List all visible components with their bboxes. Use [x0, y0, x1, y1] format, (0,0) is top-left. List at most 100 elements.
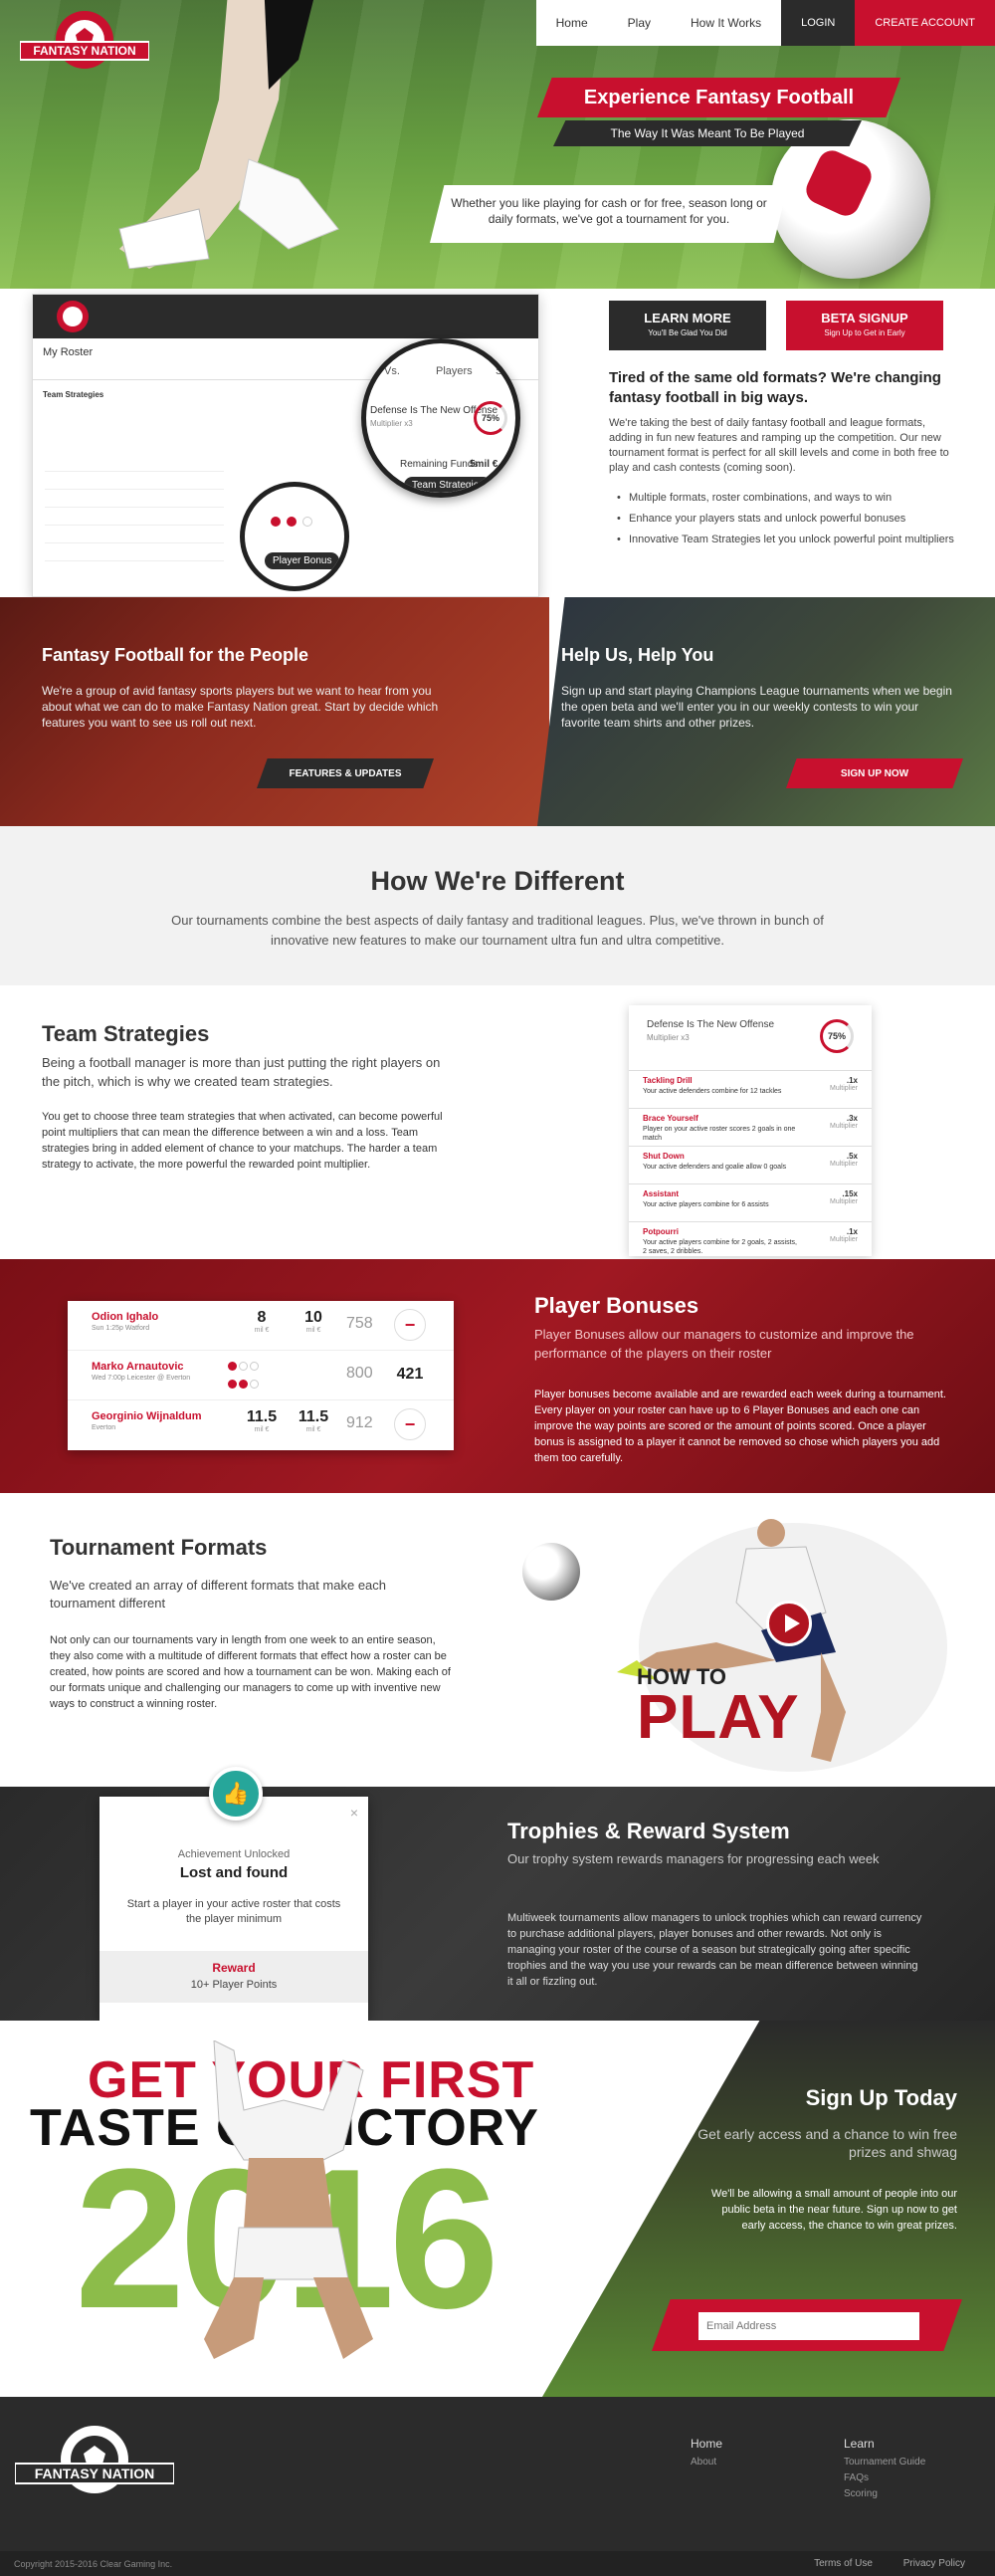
terms-link[interactable]: Terms of Use: [814, 2558, 873, 2569]
play-video-button[interactable]: [766, 1601, 812, 1646]
formats-lead: We've created an array of different form…: [50, 1578, 387, 1610]
footer-learn-link[interactable]: Learn: [844, 2437, 925, 2451]
table-row[interactable]: Marko Arnautovic Wed 7:00p Leicester @ E…: [68, 1351, 454, 1400]
table-row[interactable]: Odion Ighalo Sun 1:25p Watford 8 mil € 10…: [68, 1301, 454, 1351]
help-title: Help Us, Help You: [561, 645, 714, 665]
different-text: Our tournaments combine the best aspects…: [171, 913, 824, 948]
player-bonuses-body: Player bonuses become available and are …: [534, 1389, 946, 1464]
sign-up-now-button[interactable]: SIGN UP NOW: [786, 758, 963, 788]
zoom-lens-bonus: Player Bonus: [240, 482, 349, 591]
hero-text: Whether you like playing for cash or for…: [430, 185, 788, 243]
list-item: Multiple formats, roster combinations, a…: [617, 491, 955, 506]
remove-player-button[interactable]: −: [394, 1309, 426, 1341]
list-item: Enhance your players stats and unlock po…: [617, 512, 955, 527]
beta-signup-button[interactable]: BETA SIGNUP Sign Up to Get in Early: [786, 301, 943, 350]
fantasy-nation-logo[interactable]: FANTASY NATION: [20, 10, 149, 72]
strategy-progress-ring: 75%: [820, 1019, 854, 1053]
footer-bottom-bar: Copyright 2015-2016 Clear Gaming Inc. Te…: [0, 2551, 995, 2576]
app-roster-rows: [45, 454, 224, 561]
different-title: How We're Different: [370, 866, 625, 896]
people-text: We're a group of avid fantasy sports pla…: [42, 684, 439, 730]
app-my-roster: My Roster: [43, 346, 94, 358]
learn-more-button[interactable]: LEARN MORE You'll Be Glad You Did: [609, 301, 766, 350]
help-text: Sign up and start playing Champions Leag…: [561, 684, 952, 730]
strategy-progress-ring: 75%: [474, 401, 507, 435]
footer-col-home: Home About: [691, 2437, 722, 2472]
login-button[interactable]: LOGIN: [781, 0, 856, 46]
player-bonuses-section: Odion Ighalo Sun 1:25p Watford 8 mil € 10…: [0, 1259, 995, 1493]
zoom-lens-strategy: Vs. Players Sco Defense Is The New Offen…: [361, 338, 520, 498]
nav-how-it-works[interactable]: How It Works: [671, 0, 781, 46]
privacy-link[interactable]: Privacy Policy: [903, 2558, 965, 2569]
intro-bullet-list: Multiple formats, roster combinations, a…: [617, 491, 955, 553]
nav-home[interactable]: Home: [536, 0, 608, 46]
signup-title: Sign Up Today: [805, 2085, 957, 2110]
play-label[interactable]: PLAY: [637, 1682, 800, 1753]
footer-link[interactable]: About: [691, 2457, 722, 2468]
bonus-slots[interactable]: [227, 1359, 306, 1395]
footer-link[interactable]: Tournament Guide: [844, 2457, 925, 2468]
footer-home-link[interactable]: Home: [691, 2437, 722, 2451]
team-strategies-title: Team Strategies: [42, 1021, 210, 1046]
remove-player-button[interactable]: −: [394, 1408, 426, 1440]
app-topbar: [33, 295, 538, 338]
top-nav: Home Play How It Works LOGIN CREATE ACCO…: [535, 0, 995, 46]
nav-play[interactable]: Play: [608, 0, 671, 46]
signup-section: 2016 GET YOUR FIRST TASTE OF VICTORY Sig…: [0, 2021, 995, 2397]
celebrating-player-image: [204, 2040, 373, 2359]
footer-logo[interactable]: FANTASY NATION: [15, 2422, 174, 2501]
signup-lead: Get early access and a chance to win fre…: [697, 2126, 957, 2160]
intro-paragraph: We're taking the best of daily fantasy f…: [609, 417, 949, 474]
trophies-lead: Our trophy system rewards managers for p…: [507, 1851, 880, 1866]
team-strategies-section: Team Strategies Being a football manager…: [0, 985, 995, 1259]
intro-heading: Tired of the same old formats? We're cha…: [609, 369, 941, 406]
email-field[interactable]: [698, 2312, 919, 2340]
thumbs-up-icon: 👍: [209, 1767, 263, 1821]
people-title: Fantasy Football for the People: [42, 645, 309, 665]
trophies-section: 👍 × Achievement Unlocked Lost and found …: [0, 1767, 995, 2021]
achievement-card: 👍 × Achievement Unlocked Lost and found …: [100, 1767, 368, 2021]
footer-col-learn: Learn Tournament Guide FAQs Scoring: [844, 2437, 925, 2504]
hero-subtitle: The Way It Was Meant To Be Played: [553, 120, 862, 146]
player-bonus-panel: Odion Ighalo Sun 1:25p Watford 8 mil € 10…: [68, 1301, 454, 1450]
features-updates-button[interactable]: FEATURES & UPDATES: [257, 758, 434, 788]
hero-title: Experience Fantasy Football: [537, 78, 900, 117]
people-section: Fantasy Football for the People We're a …: [0, 597, 549, 826]
trophies-title: Trophies & Reward System: [507, 1819, 790, 1843]
strategy-item[interactable]: Potpourri Your active players combine fo…: [629, 1222, 872, 1260]
app-screenshot: My Roster Team Strategies Vs. Players Sc…: [32, 294, 539, 597]
svg-text:FANTASY NATION: FANTASY NATION: [33, 44, 135, 58]
app-logo: [57, 301, 89, 332]
formats-title: Tournament Formats: [50, 1535, 268, 1560]
signup-body: We'll be allowing a small amount of peop…: [710, 2188, 957, 2232]
close-icon[interactable]: ×: [350, 1805, 358, 1821]
different-section: How We're Different Our tournaments comb…: [0, 826, 995, 985]
team-strategies-body: You get to choose three team strategies …: [42, 1111, 443, 1171]
strategy-item[interactable]: Shut Down Your active defenders and goal…: [629, 1147, 872, 1184]
intro-section: My Roster Team Strategies Vs. Players Sc…: [0, 289, 995, 597]
help-section: Help Us, Help You Sign up and start play…: [537, 597, 995, 826]
team-strategies-lead: Being a football manager is more than ju…: [42, 1055, 441, 1089]
strategy-item[interactable]: Brace Yourself Player on your active ros…: [629, 1109, 872, 1147]
table-row[interactable]: Georginio Wijnaldum Everton 11.5 mil € 11…: [68, 1400, 454, 1450]
copyright: Copyright 2015-2016 Clear Gaming Inc.: [14, 2559, 173, 2569]
app-team-strategies: Team Strategies: [43, 390, 104, 399]
svg-text:FANTASY NATION: FANTASY NATION: [35, 2466, 155, 2481]
page: FANTASY NATION Home Play How It Works LO…: [0, 0, 995, 2576]
achievement-desc: Start a player in your active roster tha…: [126, 1898, 341, 1925]
create-account-button[interactable]: CREATE ACCOUNT: [855, 0, 995, 46]
tournament-formats-section: Tournament Formats We've created an arra…: [0, 1493, 995, 1787]
soccer-ball-image: [522, 1543, 580, 1601]
formats-body: Not only can our tournaments vary in len…: [50, 1634, 451, 1710]
player-bonuses-lead: Player Bonuses allow our managers to cus…: [534, 1327, 914, 1361]
strategy-item[interactable]: Assistant Your active players combine fo…: [629, 1184, 872, 1222]
trophies-body: Multiweek tournaments allow managers to …: [507, 1912, 922, 1988]
strategy-card: Defense Is The New Offense Multiplier x3…: [629, 1005, 872, 1256]
footer-link[interactable]: FAQs: [844, 2472, 925, 2483]
list-item: Innovative Team Strategies let you unloc…: [617, 533, 955, 547]
footer-link[interactable]: Scoring: [844, 2488, 925, 2499]
achievement-kicker: Achievement Unlocked: [177, 1848, 291, 1860]
achievement-title: Lost and found: [179, 1864, 289, 1881]
achievement-reward: Reward 10+ Player Points: [100, 1951, 368, 2003]
strategy-item[interactable]: Tackling Drill Your active defenders com…: [629, 1071, 872, 1109]
